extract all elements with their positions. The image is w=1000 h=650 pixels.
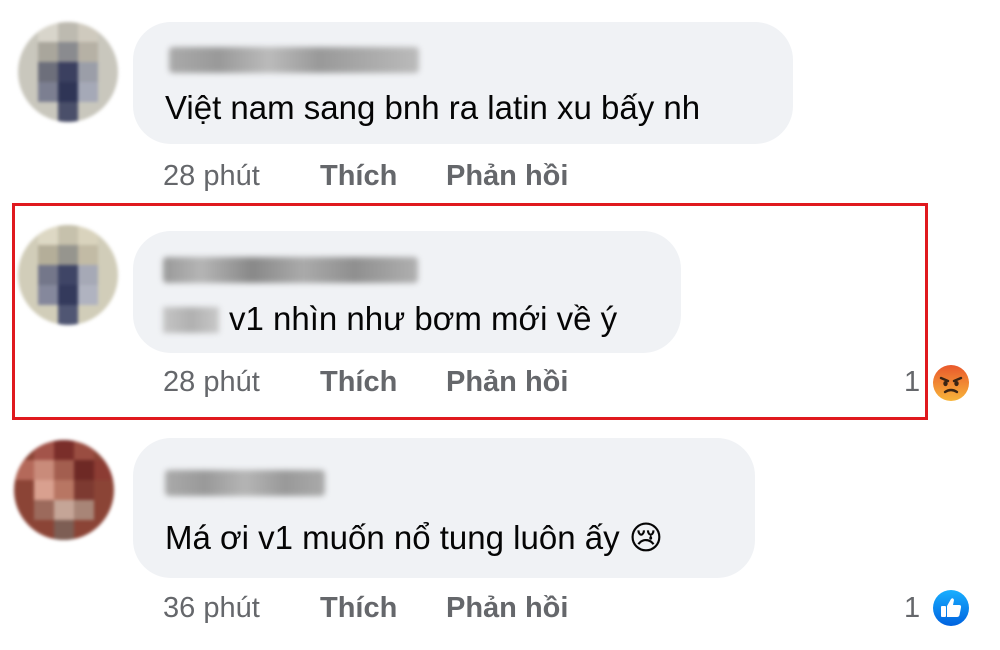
comment-text: Việt nam sang bnh ra latin xu bấy nh xyxy=(165,89,701,126)
avatar[interactable] xyxy=(18,22,118,122)
like-button[interactable]: Thích xyxy=(320,590,397,626)
avatar[interactable] xyxy=(18,225,118,325)
like-button[interactable]: Thích xyxy=(320,158,397,194)
mention-blurred xyxy=(163,307,219,333)
comment-bubble: Việt nam sang bnh ra latin xu bấy nh xyxy=(133,22,793,144)
author-name-blurred[interactable] xyxy=(165,470,325,496)
reply-button[interactable]: Phản hồi xyxy=(446,158,568,194)
author-name-blurred[interactable] xyxy=(169,47,419,73)
comment-text: v1 nhìn như bơm mới về ý xyxy=(229,300,618,337)
avatar[interactable] xyxy=(14,440,114,540)
like-reaction-icon[interactable] xyxy=(932,589,970,627)
reply-button[interactable]: Phản hồi xyxy=(446,364,568,400)
author-name-blurred[interactable] xyxy=(163,257,418,283)
reaction-count[interactable]: 1 xyxy=(904,590,920,626)
comment-time[interactable]: 28 phút xyxy=(163,364,260,400)
comment-time[interactable]: 28 phút xyxy=(163,158,260,194)
comment-bubble: v1 nhìn như bơm mới về ý xyxy=(133,231,681,353)
comment-text: Má ơi v1 muốn nổ tung luôn ấy 😢 xyxy=(165,519,664,556)
reply-button[interactable]: Phản hồi xyxy=(446,590,568,626)
comment-bubble: Má ơi v1 muốn nổ tung luôn ấy 😢 xyxy=(133,438,755,578)
comment-time[interactable]: 36 phút xyxy=(163,590,260,626)
like-button[interactable]: Thích xyxy=(320,364,397,400)
angry-reaction-icon[interactable] xyxy=(932,364,970,402)
reaction-count[interactable]: 1 xyxy=(904,364,920,400)
comment-thread: Việt nam sang bnh ra latin xu bấy nh 28 … xyxy=(0,0,1000,650)
